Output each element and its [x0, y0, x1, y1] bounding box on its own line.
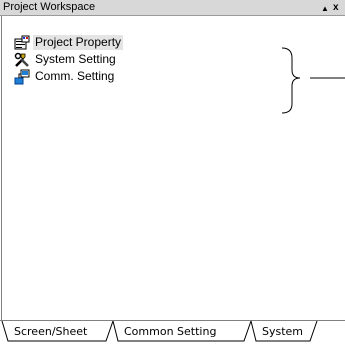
comm-setting-icon — [14, 69, 30, 85]
system-setting-icon — [14, 52, 30, 68]
project-property-icon — [14, 35, 30, 51]
tab-system[interactable]: System — [262, 325, 303, 338]
workspace-tree: Project Property System Setting Comm. Se… — [14, 34, 124, 85]
window-title: Project Workspace — [3, 1, 96, 13]
tab-screen-sheet[interactable]: Screen/Sheet — [14, 325, 87, 338]
project-workspace-window: Project Workspace ▲ x Project Property S… — [0, 0, 345, 345]
titlebar[interactable]: Project Workspace ▲ x — [0, 0, 345, 16]
close-button[interactable]: x — [333, 1, 339, 14]
tree-item-comm-setting[interactable]: Comm. Setting — [14, 68, 123, 85]
tree-item-system-setting[interactable]: System Setting — [14, 51, 123, 68]
tree-item-project-property[interactable]: Project Property — [14, 34, 124, 51]
tab-common-setting[interactable]: Common Setting — [124, 325, 216, 338]
pin-up-button[interactable]: ▲ — [321, 2, 329, 15]
tab-bar: Screen/Sheet Common Setting System — [0, 320, 345, 345]
tree-item-label: Comm. Setting — [35, 69, 115, 83]
tree-item-label: System Setting — [35, 52, 116, 66]
tree-item-label: Project Property — [33, 35, 124, 50]
workspace-panel: Project Property System Setting Comm. Se… — [1, 16, 345, 320]
grouping-brace-callout — [281, 47, 345, 114]
